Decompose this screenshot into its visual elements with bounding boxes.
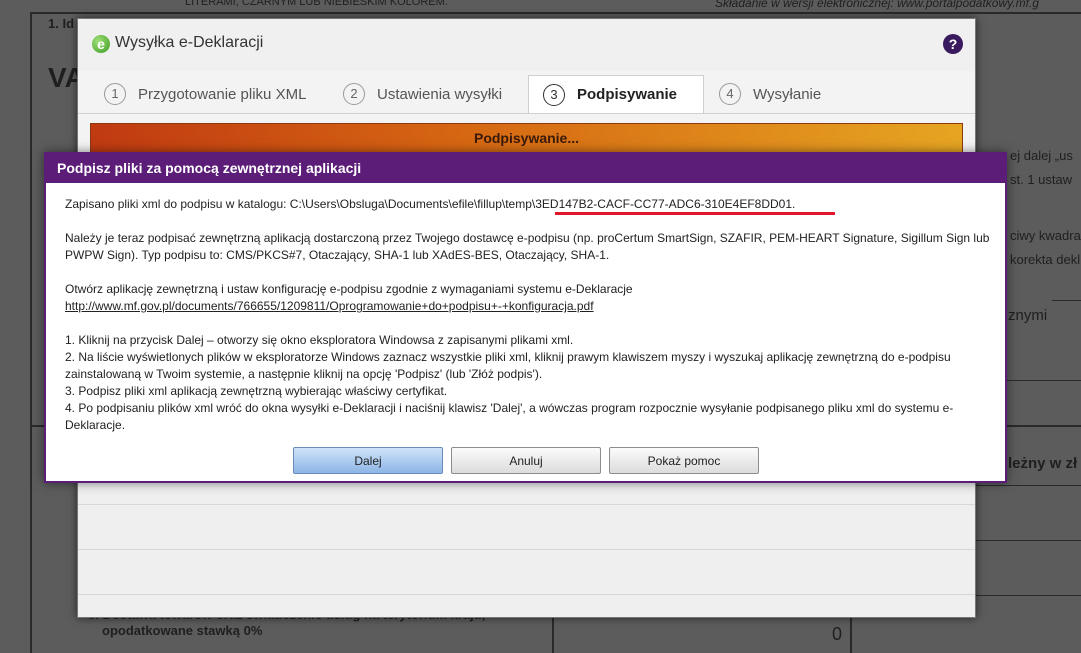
bg-rule	[975, 540, 1081, 541]
saved-path-prefix: Zapisano pliki xml do podpisu w katalogu…	[65, 197, 536, 211]
bg-rule	[30, 12, 1081, 14]
bg-rule	[1052, 300, 1081, 301]
show-help-button[interactable]: Pokaż pomoc	[609, 447, 759, 474]
red-underline-annotation	[555, 212, 835, 215]
bg-bottom-label: opodatkowane stawką 0%	[102, 623, 263, 638]
step-2-text: 2. Na liście wyświetlonych plików w eksp…	[65, 350, 951, 381]
bg-right-snippet: ej dalej „us	[1010, 148, 1073, 163]
bg-portal-text: Składanie w wersji elektronicznej: www.p…	[715, 0, 1039, 10]
bg-rule	[975, 595, 1081, 596]
next-button[interactable]: Dalej	[293, 447, 443, 474]
dialog-message: Zapisano pliki xml do podpisu w katalogu…	[65, 196, 990, 434]
external-sign-dialog: Podpisz pliki za pomocą zewnętrznej apli…	[44, 152, 1007, 483]
bg-instruction-text: LITERAMI, CZARNYM LUB NIEBIESKIM KOLOREM…	[185, 0, 448, 8]
wizard-body	[78, 484, 975, 617]
tab-label: Wysyłanie	[753, 85, 822, 103]
step-1-text: 1. Kliknij na przycisk Dalej – otworzy s…	[65, 333, 574, 347]
bg-right-snippet: ciwy kwadra	[1010, 228, 1081, 243]
bg-right-snippet: korekta dekl	[1010, 252, 1081, 267]
step-4-text: 4. Po podpisaniu plików xml wróć do okna…	[65, 401, 954, 432]
step-number-badge: 2	[343, 83, 365, 105]
signing-progress-bar: Podpisywanie...	[90, 123, 963, 153]
tab-xml-preparation[interactable]: 1 Przygotowanie pliku XML	[104, 75, 306, 113]
saved-path-text: Zapisano pliki xml do podpisu w katalogu…	[65, 196, 990, 213]
saved-file-id: 3ED147B2-CACF-CC77-ADC6-310E4EF8DD01.	[535, 197, 796, 211]
bg-field-value: 0	[832, 624, 843, 644]
dialog-title: Podpisz pliki za pomocą zewnętrznej apli…	[46, 154, 1005, 183]
tab-send-settings[interactable]: 2 Ustawienia wysyłki	[343, 75, 502, 113]
bg-rule	[30, 12, 32, 653]
cancel-button[interactable]: Anuluj	[451, 447, 601, 474]
step-number-badge: 3	[543, 83, 565, 106]
tab-label: Podpisywanie	[577, 86, 678, 103]
divider	[78, 549, 975, 550]
wizard-title: Wysyłka e-Deklaracji	[115, 34, 264, 51]
step-number-badge: 4	[719, 83, 741, 105]
configuration-pdf-link[interactable]: http://www.mf.gov.pl/documents/766655/12…	[65, 299, 594, 313]
tab-label: Przygotowanie pliku XML	[138, 85, 307, 103]
tab-sending[interactable]: 4 Wysyłanie	[719, 75, 821, 113]
configuration-text: Otwórz aplikację zewnętrzną i ustaw konf…	[65, 282, 633, 296]
tab-label: Ustawienia wysyłki	[377, 85, 503, 103]
wizard-steps: 1 Przygotowanie pliku XML 2 Ustawienia w…	[78, 71, 975, 114]
step-number-badge: 1	[104, 83, 126, 105]
bg-right-snippet: st. 1 ustaw	[1010, 172, 1073, 187]
e-declaration-app-icon: e	[92, 35, 110, 53]
wizard-header: e Wysyłka e-Deklaracji ?	[78, 19, 975, 71]
bg-rule	[975, 485, 1081, 486]
divider	[78, 594, 975, 595]
divider	[78, 504, 975, 505]
step-3-text: 3. Podpisz pliki xml aplikacją zewnętrzn…	[65, 384, 448, 398]
signing-instructions-text: Należy je teraz podpisać zewnętrzną apli…	[65, 231, 990, 262]
bg-right-snippet: znymi	[1008, 307, 1048, 324]
help-icon[interactable]: ?	[943, 34, 963, 54]
tab-signing[interactable]: 3 Podpisywanie	[528, 75, 704, 113]
bg-field-label: 1. Id	[48, 16, 75, 31]
bg-right-snippet: leżny w zł	[1008, 455, 1078, 472]
